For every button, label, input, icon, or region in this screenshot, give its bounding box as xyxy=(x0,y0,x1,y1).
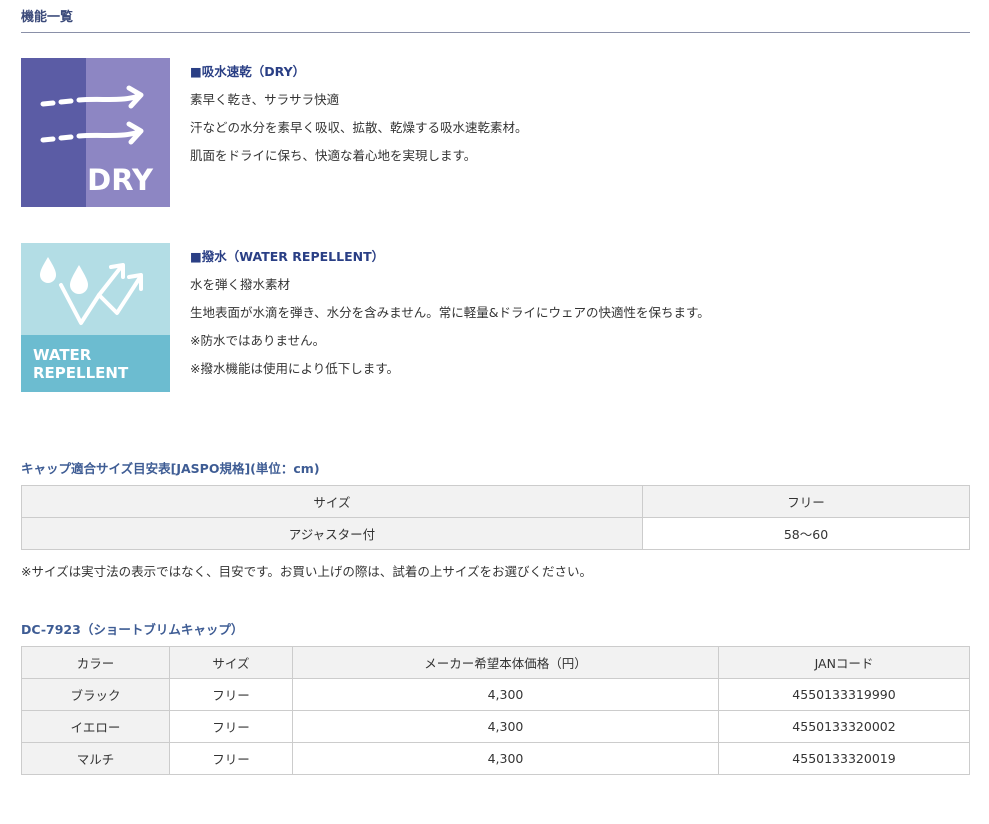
table-header-cell: カラー xyxy=(21,646,170,679)
dry-icon: DRY xyxy=(21,58,170,207)
table-row: マルチ フリー 4,300 4550133320019 xyxy=(21,742,970,775)
table-cell: フリー xyxy=(169,742,293,775)
dry-feature-line: 汗などの水分を素早く吸収、拡散、乾燥する吸水速乾素材。 xyxy=(190,120,528,135)
size-table: サイズ フリー アジャスター付 58〜60 xyxy=(21,485,970,550)
table-cell: 4550133320002 xyxy=(718,710,970,743)
section-title: 機能一覧 xyxy=(21,10,74,25)
table-header-row: カラー サイズ メーカー希望本体価格（円） JANコード xyxy=(21,646,970,679)
table-cell: 4550133319990 xyxy=(718,678,970,711)
table-header-cell: サイズ xyxy=(21,485,643,518)
water-repellent-feature-image: WATER REPELLENT xyxy=(21,243,170,392)
water-feature-heading: ■撥水（WATER REPELLENT） xyxy=(190,249,385,264)
table-cell: 4,300 xyxy=(292,710,719,743)
table-cell: アジャスター付 xyxy=(21,517,643,550)
table-cell: 4550133320019 xyxy=(718,742,970,775)
water-feature-line: ※撥水機能は使用により低下します。 xyxy=(190,361,399,376)
table-cell: フリー xyxy=(169,710,293,743)
size-table-title: キャップ適合サイズ目安表[JASPO規格](単位：cm) xyxy=(21,461,320,476)
dry-feature-text: ■吸水速乾（DRY） 素早く乾き、サラサラ快適 汗などの水分を素早く吸収、拡散、… xyxy=(190,58,528,170)
table-row: ブラック フリー 4,300 4550133319990 xyxy=(21,678,970,711)
table-cell: 58〜60 xyxy=(642,517,970,550)
dry-feature-line: 素早く乾き、サラサラ快適 xyxy=(190,92,340,107)
water-feature-line: 生地表面が水滴を弾き、水分を含みません。常に軽量&ドライにウェアの快適性を保ちま… xyxy=(190,305,710,320)
table-row: イエロー フリー 4,300 4550133320002 xyxy=(21,710,970,743)
water-repellent-feature-text: ■撥水（WATER REPELLENT） 水を弾く撥水素材 生地表面が水滴を弾き… xyxy=(190,243,710,383)
water-feature-line: 水を弾く撥水素材 xyxy=(190,277,291,292)
table-header-cell: フリー xyxy=(642,485,970,518)
table-cell: 4,300 xyxy=(292,678,719,711)
dry-feature-image: DRY xyxy=(21,58,170,207)
table-header-row: サイズ フリー xyxy=(21,485,970,518)
water-badge-text-line1: WATER xyxy=(33,346,92,364)
table-row: アジャスター付 58〜60 xyxy=(21,517,970,550)
dry-feature-line: 肌面をドライに保ち、快適な着心地を実現します。 xyxy=(190,148,477,163)
water-feature-line: ※防水ではありません。 xyxy=(190,333,326,348)
dry-feature-heading: ■吸水速乾（DRY） xyxy=(190,64,306,79)
table-header-cell: JANコード xyxy=(718,646,970,679)
table-cell: フリー xyxy=(169,678,293,711)
dry-badge-text: DRY xyxy=(87,163,154,197)
table-header-cell: サイズ xyxy=(169,646,293,679)
section-title-rule xyxy=(21,32,970,33)
table-cell: 4,300 xyxy=(292,742,719,775)
water-repellent-icon: WATER REPELLENT xyxy=(21,243,170,392)
table-cell: ブラック xyxy=(21,678,170,711)
table-cell: イエロー xyxy=(21,710,170,743)
table-cell: マルチ xyxy=(21,742,170,775)
water-badge-text-line2: REPELLENT xyxy=(33,364,129,382)
table-header-cell: メーカー希望本体価格（円） xyxy=(292,646,719,679)
product-table: カラー サイズ メーカー希望本体価格（円） JANコード ブラック フリー 4,… xyxy=(21,646,970,775)
size-table-note: ※サイズは実寸法の表示ではなく、目安です。お買い上げの際は、試着の上サイズをお選… xyxy=(21,564,592,579)
product-table-title: DC-7923（ショートブリムキャップ） xyxy=(21,622,244,637)
